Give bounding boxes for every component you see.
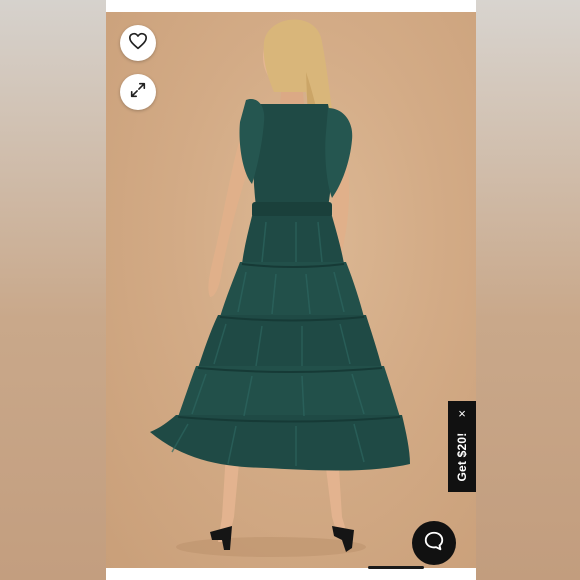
expand-image-button[interactable]	[120, 74, 156, 110]
product-photo[interactable]	[106, 12, 476, 568]
promo-close-icon[interactable]: ×	[448, 405, 476, 421]
promo-label[interactable]: Get $20!	[455, 433, 469, 482]
blurred-backdrop-right	[476, 0, 580, 580]
chat-bubble-icon	[423, 530, 445, 557]
chat-button[interactable]	[412, 521, 456, 565]
scroll-indicator	[368, 566, 424, 569]
promo-tab[interactable]: × Get $20!	[448, 401, 476, 492]
favorite-button[interactable]	[120, 25, 156, 61]
blurred-backdrop-left	[0, 0, 106, 580]
dress-model-illustration	[150, 19, 410, 557]
expand-icon	[129, 81, 147, 104]
heart-icon	[128, 32, 148, 55]
